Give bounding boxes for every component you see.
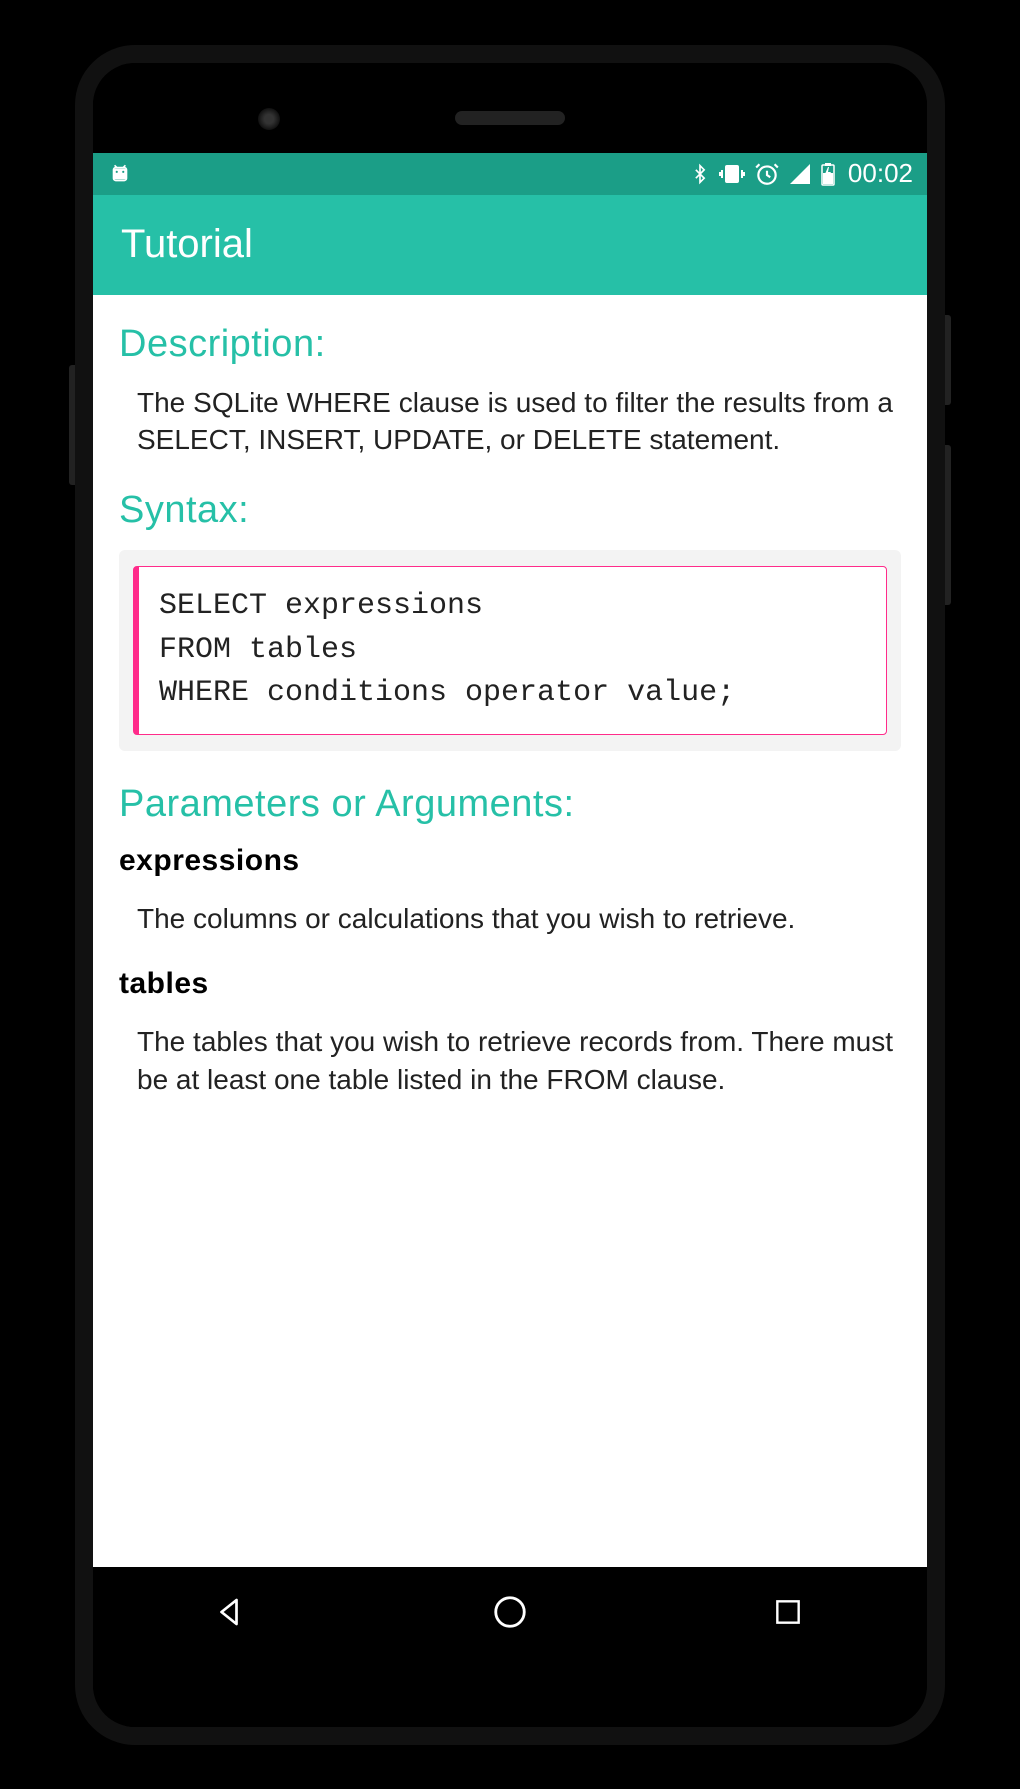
front-camera	[258, 108, 280, 130]
content-scroll[interactable]: Description: The SQLite WHERE clause is …	[93, 295, 927, 1567]
app-bar: Tutorial	[93, 195, 927, 295]
device-bottom-bezel	[93, 1657, 927, 1727]
android-icon	[107, 161, 133, 187]
recents-button[interactable]	[766, 1590, 810, 1634]
syntax-code: SELECT expressions FROM tables WHERE con…	[133, 566, 887, 735]
params-heading: Parameters or Arguments:	[119, 783, 901, 826]
status-bar: 00:02	[93, 153, 927, 195]
back-button[interactable]	[210, 1590, 254, 1634]
signal-icon	[788, 162, 812, 186]
param-text: The columns or calculations that you wis…	[119, 900, 901, 938]
earpiece-speaker	[455, 111, 565, 125]
param-name: tables	[119, 967, 901, 1001]
navigation-bar	[93, 1567, 927, 1657]
param-name: expressions	[119, 844, 901, 878]
vibrate-icon	[718, 161, 746, 187]
bluetooth-icon	[690, 161, 710, 187]
description-text: The SQLite WHERE clause is used to filte…	[119, 384, 901, 460]
alarm-icon	[754, 161, 780, 187]
param-text: The tables that you wish to retrieve rec…	[119, 1023, 901, 1099]
battery-icon	[820, 161, 836, 187]
syntax-heading: Syntax:	[119, 489, 901, 532]
clock-text: 00:02	[848, 158, 913, 189]
description-heading: Description:	[119, 323, 901, 366]
device-top-bezel	[93, 63, 927, 153]
code-container: SELECT expressions FROM tables WHERE con…	[119, 550, 901, 751]
home-button[interactable]	[488, 1590, 532, 1634]
device-frame: 00:02 Tutorial Description: The SQLite W…	[75, 45, 945, 1745]
app-title: Tutorial	[121, 222, 253, 267]
